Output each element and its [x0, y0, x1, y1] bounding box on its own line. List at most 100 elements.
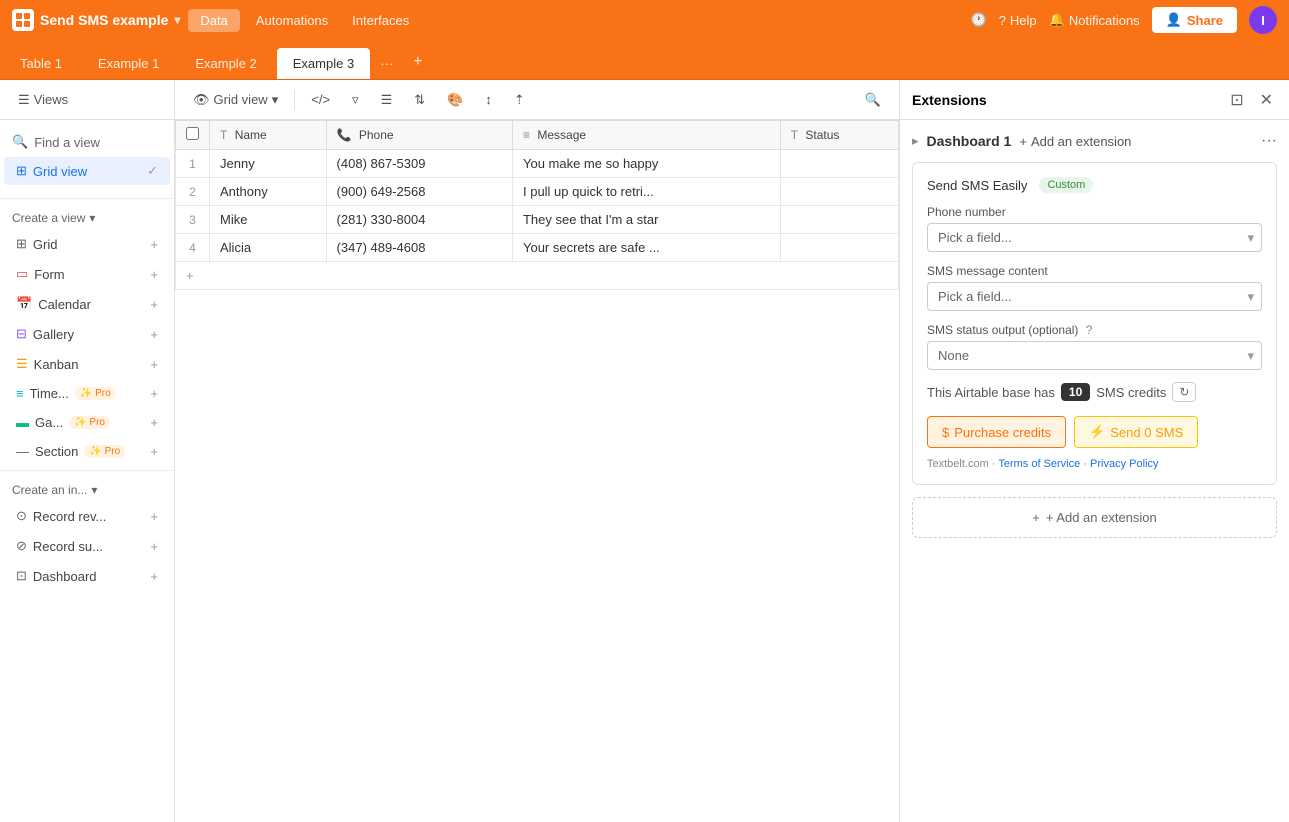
header-phone[interactable]: 📞 Phone [326, 121, 512, 150]
tab-more-button[interactable]: ··· [370, 48, 403, 79]
row-2-name[interactable]: Anthony [210, 178, 327, 206]
record-summary-add-icon[interactable]: + [150, 539, 158, 554]
sidebar-item-gantt[interactable]: ▬ Ga... ✨ Pro + [4, 409, 170, 436]
tab-example2[interactable]: Example 2 [179, 48, 272, 79]
sidebar-item-calendar[interactable]: 📅 Calendar + [4, 290, 170, 318]
send-sms-button[interactable]: ⚡ Send 0 SMS [1074, 416, 1198, 448]
sidebar-item-gallery[interactable]: ⊟ Gallery + [4, 320, 170, 348]
extensions-title: Extensions [912, 92, 1218, 108]
header-message[interactable]: ≡ Message [512, 121, 780, 150]
color-button[interactable]: 🎨 [439, 88, 471, 112]
kanban-icon: ☰ [16, 356, 28, 372]
row-4-phone[interactable]: (347) 489-4608 [326, 234, 512, 262]
hide-fields-button[interactable]: 👁 Grid view ▾ [185, 88, 286, 112]
row-4-status[interactable] [780, 234, 898, 262]
sidebar-item-grid[interactable]: ⊞ Grid + [4, 230, 170, 258]
refresh-credits-button[interactable]: ↻ [1172, 382, 1196, 402]
header-name[interactable]: T Name [210, 121, 327, 150]
row-1-name[interactable]: Jenny [210, 150, 327, 178]
ext-card-header: Send SMS Easily Custom [927, 177, 1262, 193]
header-status[interactable]: T Status [780, 121, 898, 150]
grid-add-icon[interactable]: + [150, 237, 158, 252]
sms-status-select[interactable]: None [927, 341, 1262, 370]
row-2-message[interactable]: I pull up quick to retri... [512, 178, 780, 206]
tab-add-button[interactable]: + [403, 45, 432, 79]
help-button[interactable]: ? Help [999, 13, 1037, 28]
sms-status-group: SMS status output (optional) ? None [927, 323, 1262, 370]
gantt-pro-badge: ✨ Pro [69, 416, 110, 429]
dashboard-more-button[interactable]: ··· [1261, 132, 1277, 150]
tab-bar: Table 1 Example 1 Example 2 Example 3 ··… [0, 40, 1289, 80]
color-icon: 🎨 [447, 92, 463, 108]
purchase-credits-button[interactable]: $ Purchase credits [927, 416, 1066, 448]
add-row[interactable]: + [176, 262, 899, 290]
find-view-item[interactable]: 🔍 Find a view [0, 128, 174, 156]
close-panel-button[interactable]: ✕ [1256, 86, 1277, 114]
tab-table1[interactable]: Table 1 [4, 48, 78, 79]
add-extension-footer[interactable]: + + Add an extension [912, 497, 1277, 538]
share-button[interactable]: 👤 Share [1152, 7, 1237, 33]
help-icon: ? [999, 13, 1006, 28]
sidebar-item-grid-view[interactable]: ⊞ Grid view ✓ [4, 157, 170, 185]
gantt-add-icon[interactable]: + [150, 415, 158, 430]
privacy-link[interactable]: Privacy Policy [1090, 458, 1158, 470]
record-review-add-icon[interactable]: + [150, 509, 158, 524]
sidebar-divider-2 [0, 470, 174, 471]
app-chevron-icon: ▾ [174, 13, 180, 27]
sidebar-item-section[interactable]: — Section ✨ Pro + [4, 438, 170, 465]
row-1-message[interactable]: You make me so happy [512, 150, 780, 178]
phone-icon: 📞 [337, 128, 352, 142]
create-interface-section[interactable]: Create an in... ▾ [0, 475, 174, 501]
row-3-phone[interactable]: (281) 330-8004 [326, 206, 512, 234]
history-button[interactable]: 🕐 [971, 12, 987, 28]
sidebar-item-kanban[interactable]: ☰ Kanban + [4, 350, 170, 378]
sms-content-select[interactable]: Pick a field... [927, 282, 1262, 311]
views-button[interactable]: ☰ Views [10, 88, 76, 112]
add-row-cell[interactable]: + [176, 262, 899, 290]
row-4-name[interactable]: Alicia [210, 234, 327, 262]
sidebar-item-record-summary[interactable]: ⊘ Record su... + [4, 532, 170, 560]
timeline-add-icon[interactable]: + [150, 386, 158, 401]
data-nav-button[interactable]: Data [188, 9, 239, 32]
sidebar-item-timeline[interactable]: ≡ Time... ✨ Pro + [4, 380, 170, 407]
terms-link[interactable]: Terms of Service [998, 458, 1080, 470]
automations-nav-button[interactable]: Automations [248, 9, 336, 32]
search-button[interactable]: 🔍 [857, 88, 889, 112]
gallery-add-icon[interactable]: + [150, 327, 158, 342]
kanban-add-icon[interactable]: + [150, 357, 158, 372]
select-all-checkbox[interactable] [186, 127, 199, 140]
row-3-name[interactable]: Mike [210, 206, 327, 234]
tab-example1[interactable]: Example 1 [82, 48, 175, 79]
row-1-status[interactable] [780, 150, 898, 178]
dashboard-add-icon[interactable]: + [150, 569, 158, 584]
tab-example3[interactable]: Example 3 [277, 48, 370, 79]
sidebar-item-dashboard[interactable]: ⊡ Dashboard + [4, 562, 170, 590]
row-2-phone[interactable]: (900) 649-2568 [326, 178, 512, 206]
calendar-add-icon[interactable]: + [150, 297, 158, 312]
share-view-button[interactable]: ⇡ [506, 88, 533, 112]
row-1-phone[interactable]: (408) 867-5309 [326, 150, 512, 178]
app-logo[interactable]: Send SMS example ▾ [12, 9, 180, 31]
notifications-button[interactable]: 🔔 Notifications [1049, 12, 1140, 28]
row-4-message[interactable]: Your secrets are safe ... [512, 234, 780, 262]
sort-button[interactable]: ⇅ [406, 88, 433, 112]
filter-button[interactable]: ▿ [344, 88, 367, 112]
avatar[interactable]: I [1249, 6, 1277, 34]
row-3-status[interactable] [780, 206, 898, 234]
row-height-button[interactable]: ↕ [477, 88, 500, 111]
row-2-status[interactable] [780, 178, 898, 206]
interfaces-nav-button[interactable]: Interfaces [344, 9, 417, 32]
create-view-section[interactable]: Create a view ▾ [0, 203, 174, 229]
expand-panel-button[interactable]: ⊡ [1226, 86, 1247, 114]
sidebar-item-form[interactable]: ▭ Form + [4, 260, 170, 288]
status-text-icon: T [791, 128, 798, 142]
row-3-message[interactable]: They see that I'm a star [512, 206, 780, 234]
form-add-icon[interactable]: + [150, 267, 158, 282]
phone-number-select[interactable]: Pick a field... [927, 223, 1262, 252]
section-add-icon[interactable]: + [150, 444, 158, 459]
code-button[interactable]: </> [303, 88, 338, 111]
add-extension-button[interactable]: + Add an extension [1019, 134, 1131, 149]
table-row: 1 Jenny (408) 867-5309 You make me so ha… [176, 150, 899, 178]
sidebar-item-record-review[interactable]: ⊙ Record rev... + [4, 502, 170, 530]
group-button[interactable]: ☰ [373, 88, 401, 112]
